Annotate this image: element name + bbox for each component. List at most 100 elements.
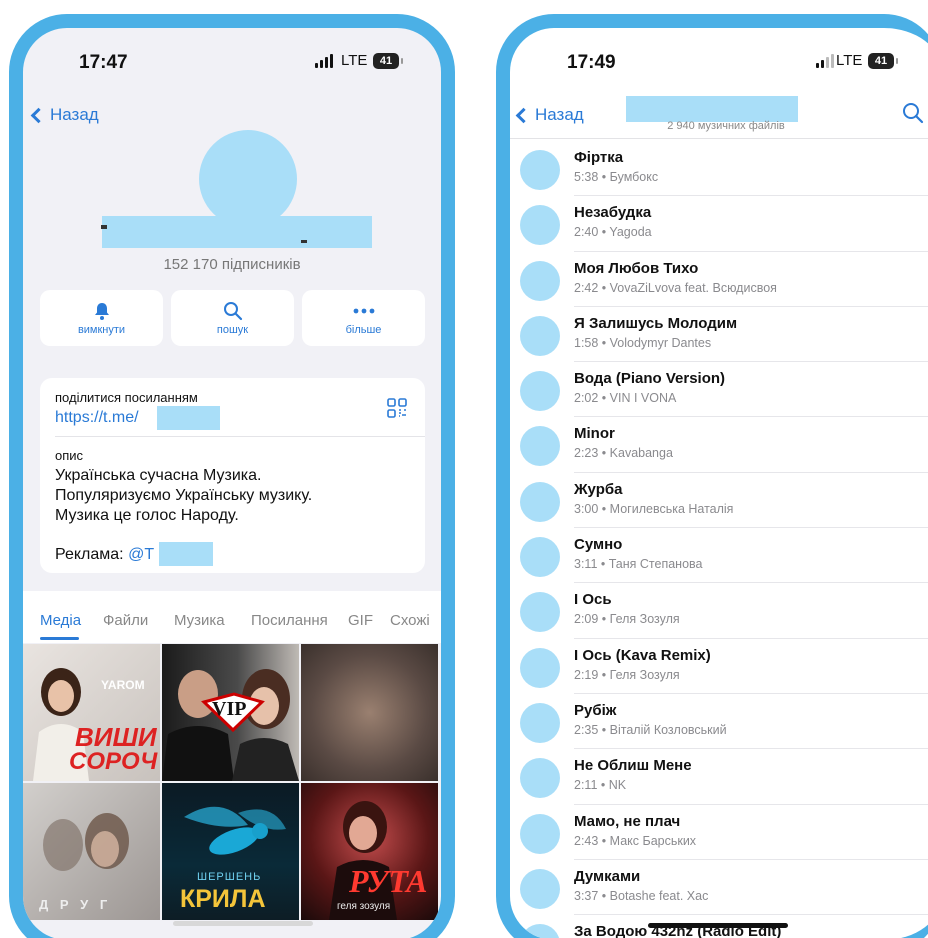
header-divider bbox=[510, 138, 928, 139]
media-grid: YAROM ВИШИ СОРОЧ VIP Д Р У Г ШЕРШЕНЬ КРИ… bbox=[23, 644, 441, 920]
track-avatar[interactable] bbox=[520, 592, 560, 633]
link-redacted bbox=[157, 406, 220, 430]
track-avatar[interactable] bbox=[520, 371, 560, 412]
home-indicator bbox=[173, 921, 313, 926]
media-thumbnail[interactable]: YAROM ВИШИ СОРОЧ bbox=[23, 644, 160, 781]
track-row[interactable]: І Ось 2:09 • Геля Зозуля bbox=[510, 583, 928, 639]
status-time: 17:49 bbox=[567, 52, 616, 73]
media-thumbnail[interactable]: РУТА геля зозуля bbox=[301, 783, 438, 920]
track-row[interactable]: Мамо, не плач 2:43 • Макс Барських bbox=[510, 805, 928, 860]
cover-caption: СОРОЧ bbox=[69, 748, 158, 775]
divider bbox=[55, 436, 425, 437]
active-tab-indicator bbox=[40, 637, 79, 640]
tab-links[interactable]: Посилання bbox=[251, 612, 328, 629]
channel-avatar[interactable] bbox=[199, 130, 297, 228]
track-title: Minor bbox=[574, 425, 615, 443]
name-fragment bbox=[301, 240, 307, 243]
track-row[interactable]: Моя Любов Тихо 2:42 • VovaZiLvova feat. В… bbox=[510, 252, 928, 307]
track-meta: 2:35 • Віталій Козловський bbox=[574, 722, 727, 737]
action-buttons: вимкнути пошук більше bbox=[40, 290, 425, 346]
status-bar: 17:47 LTE 41 bbox=[23, 48, 441, 78]
track-avatar[interactable] bbox=[520, 150, 560, 190]
name-fragment bbox=[101, 225, 107, 229]
more-button[interactable]: більше bbox=[302, 290, 425, 346]
track-meta: 2:09 • Геля Зозуля bbox=[574, 612, 680, 627]
track-row[interactable]: Фіртка 5:38 • Бумбокс bbox=[510, 141, 928, 197]
track-title: Мамо, не плач bbox=[574, 812, 681, 830]
track-row[interactable]: Не Облиш Мене 2:11 • NK bbox=[510, 749, 928, 805]
channel-link[interactable]: https://t.me/ bbox=[55, 409, 139, 427]
track-row[interactable]: Сумно 3:11 • Таня Степанова bbox=[510, 528, 928, 584]
tab-files[interactable]: Файли bbox=[103, 612, 148, 629]
search-button[interactable]: пошук bbox=[171, 290, 294, 346]
track-avatar[interactable] bbox=[520, 537, 560, 578]
track-title: Журба bbox=[574, 480, 623, 498]
network-label: LTE bbox=[341, 52, 368, 69]
track-title: Думками bbox=[574, 867, 641, 885]
more-label: більше bbox=[345, 324, 382, 336]
track-row[interactable]: Я Залишусь Молодим 1:58 • Volodymyr Dante… bbox=[510, 307, 928, 363]
track-row[interactable]: Думками 3:37 • Botashe feat. Xac bbox=[510, 860, 928, 916]
tab-gif[interactable]: GIF bbox=[348, 612, 373, 629]
track-avatar[interactable] bbox=[520, 205, 560, 246]
mute-label: вимкнути bbox=[77, 324, 126, 336]
ad-contact: Реклама: @T bbox=[55, 546, 154, 564]
track-avatar[interactable] bbox=[520, 868, 560, 909]
cover-caption: Д Р У Г bbox=[39, 897, 112, 912]
track-avatar[interactable] bbox=[520, 758, 560, 799]
track-title: Рубіж bbox=[574, 701, 617, 719]
track-avatar[interactable] bbox=[520, 924, 560, 938]
track-row[interactable]: Minor 2:23 • Kavabanga bbox=[510, 417, 928, 473]
track-meta: 2:42 • VovaZiLvova feat. Всюдисвоя bbox=[574, 280, 777, 295]
track-title: Я Залишусь Молодим bbox=[574, 314, 738, 332]
media-thumbnail[interactable] bbox=[301, 644, 438, 781]
track-avatar[interactable] bbox=[520, 702, 560, 743]
media-thumbnail[interactable]: Д Р У Г bbox=[23, 783, 160, 920]
network-label: LTE bbox=[836, 52, 863, 69]
status-time: 17:47 bbox=[79, 52, 128, 73]
track-avatar[interactable] bbox=[520, 260, 560, 301]
media-thumbnail[interactable]: ШЕРШЕНЬ КРИЛА bbox=[162, 783, 299, 920]
more-icon bbox=[353, 300, 375, 322]
chevron-left-icon bbox=[30, 107, 47, 123]
track-avatar[interactable] bbox=[520, 813, 560, 854]
track-row[interactable]: Вода (Piano Version) 2:02 • VIN I VONA bbox=[510, 362, 928, 418]
search-label: пошук bbox=[216, 324, 249, 336]
track-meta: 5:38 • Бумбокс bbox=[574, 170, 659, 184]
cover-caption: геля зозуля bbox=[337, 901, 391, 912]
media-thumbnail[interactable]: VIP bbox=[162, 644, 299, 781]
cover-caption: VIP bbox=[212, 698, 247, 720]
track-avatar[interactable] bbox=[520, 426, 560, 467]
track-meta: 2:40 • Yagoda bbox=[574, 225, 652, 240]
track-row[interactable]: І Ось (Kava Remix) 2:19 • Геля Зозуля bbox=[510, 639, 928, 694]
channel-name-redacted bbox=[102, 216, 372, 248]
channel-description: Українська сучасна Музика. Популяризуємо… bbox=[55, 466, 312, 526]
ad-handle-link[interactable]: @T bbox=[128, 546, 154, 563]
mute-button[interactable]: вимкнути bbox=[40, 290, 163, 346]
music-file-count: 2 940 музичних файлів bbox=[667, 120, 785, 132]
search-icon[interactable] bbox=[902, 102, 924, 129]
track-meta: 2:02 • VIN I VONA bbox=[574, 391, 677, 406]
channel-info-card: поділитися посиланням https://t.me/ опис… bbox=[40, 378, 425, 573]
track-row[interactable]: Рубіж 2:35 • Віталій Козловський bbox=[510, 694, 928, 750]
description-line: Музика це голос Народу. bbox=[55, 507, 239, 524]
status-bar: 17:49 LTE 41 bbox=[510, 48, 928, 78]
track-title: Вода (Piano Version) bbox=[574, 370, 726, 388]
description-line: Українська сучасна Музика. bbox=[55, 467, 262, 484]
track-row[interactable]: Незабудка 2:40 • Yagoda bbox=[510, 196, 928, 252]
track-avatar[interactable] bbox=[520, 481, 560, 522]
tab-music[interactable]: Музика bbox=[174, 612, 225, 629]
back-button[interactable]: Назад bbox=[29, 105, 99, 125]
tab-media[interactable]: Медіа bbox=[40, 612, 81, 629]
track-meta: 2:23 • Kavabanga bbox=[574, 446, 673, 461]
track-row[interactable]: Журба 3:00 • Могилевська Наталія bbox=[510, 473, 928, 529]
search-icon bbox=[223, 300, 243, 322]
qr-code-icon[interactable] bbox=[387, 398, 407, 423]
channel-name-redacted bbox=[626, 96, 798, 122]
track-avatar[interactable] bbox=[520, 315, 560, 356]
track-title: Моя Любов Тихо bbox=[574, 259, 699, 277]
track-avatar[interactable] bbox=[520, 647, 560, 688]
tab-similar[interactable]: Схожі bbox=[390, 612, 430, 629]
track-meta: 2:11 • NK bbox=[574, 778, 627, 793]
track-meta: 1:58 • Volodymyr Dantes bbox=[574, 335, 712, 350]
